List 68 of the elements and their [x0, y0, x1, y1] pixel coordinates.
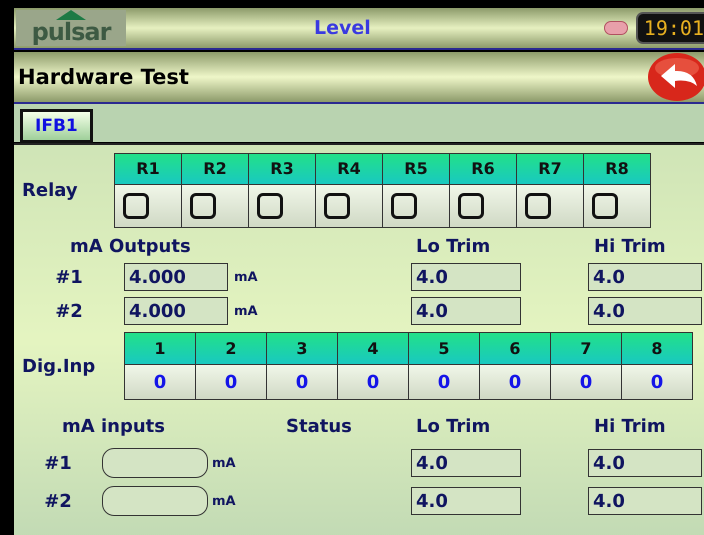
checkbox[interactable]: [458, 193, 484, 219]
row-label: #1: [54, 266, 84, 288]
column-header: 1: [125, 333, 195, 365]
checkbox[interactable]: [391, 193, 417, 219]
unit-label: mA: [212, 494, 237, 508]
table-cell: 0: [267, 365, 337, 399]
checkbox[interactable]: [525, 193, 551, 219]
column-heading: Lo Trim: [416, 416, 490, 437]
column-header: R8: [584, 154, 650, 185]
table-cell: 0: [409, 365, 479, 399]
table-cell: 0: [125, 365, 195, 399]
lo-trim-field[interactable]: 4.0: [411, 263, 521, 291]
tab[interactable]: IFB1: [20, 109, 93, 143]
checkbox[interactable]: [324, 193, 350, 219]
column-header: 3: [267, 333, 337, 365]
unit-label: mA: [234, 270, 259, 284]
column-header: R4: [316, 154, 382, 185]
row-label: Dig.Inp: [21, 356, 96, 376]
column-header: 4: [338, 333, 408, 365]
value-field[interactable]: [102, 486, 208, 516]
column-header: 8: [622, 333, 692, 365]
lo-trim-field[interactable]: 4.0: [411, 449, 521, 477]
value-field[interactable]: [102, 448, 208, 478]
column-header: R6: [450, 154, 516, 185]
checkbox[interactable]: [257, 193, 283, 219]
logo: pulsar: [16, 10, 126, 46]
column-header: R5: [383, 154, 449, 185]
hi-trim-field[interactable]: 4.0: [588, 487, 702, 515]
table-cell: 0: [480, 365, 550, 399]
hi-trim-field[interactable]: 4.0: [588, 297, 702, 325]
row-label: #1: [43, 452, 73, 474]
column-header: R1: [115, 154, 181, 185]
row-label: #2: [43, 490, 73, 512]
row-label: #2: [54, 300, 84, 322]
hi-trim-field[interactable]: 4.0: [588, 449, 702, 477]
column-heading: Hi Trim: [594, 416, 666, 437]
row-label: Relay: [21, 180, 79, 201]
column-header: R7: [517, 154, 583, 185]
roof-icon: [56, 10, 86, 20]
section-heading: mA Outputs: [70, 236, 191, 257]
table-cell: 0: [622, 365, 692, 399]
column-heading: Hi Trim: [594, 236, 666, 257]
page-title: Hardware Test: [18, 65, 189, 89]
column-heading: Status: [286, 416, 352, 437]
lo-trim-field[interactable]: 4.0: [411, 297, 521, 325]
clock: 19:01: [636, 12, 704, 44]
checkbox[interactable]: [123, 193, 149, 219]
value-field[interactable]: 4.000: [124, 297, 228, 325]
column-header: R2: [182, 154, 248, 185]
hi-trim-field[interactable]: 4.0: [588, 263, 702, 291]
checkbox[interactable]: [592, 193, 618, 219]
column-header: R3: [249, 154, 315, 185]
column-heading: Lo Trim: [416, 236, 490, 257]
table-cell: 0: [196, 365, 266, 399]
value-field[interactable]: 4.000: [124, 263, 228, 291]
screen-title: Level: [314, 17, 371, 39]
section-heading: mA inputs: [62, 416, 165, 437]
column-header: 2: [196, 333, 266, 365]
back-button[interactable]: [646, 52, 704, 102]
column-header: 5: [409, 333, 479, 365]
unit-label: mA: [212, 456, 237, 470]
column-header: 7: [551, 333, 621, 365]
column-header: 6: [480, 333, 550, 365]
table-cell: 0: [338, 365, 408, 399]
unit-label: mA: [234, 304, 259, 318]
lo-trim-field[interactable]: 4.0: [411, 487, 521, 515]
checkbox[interactable]: [190, 193, 216, 219]
table-cell: 0: [551, 365, 621, 399]
